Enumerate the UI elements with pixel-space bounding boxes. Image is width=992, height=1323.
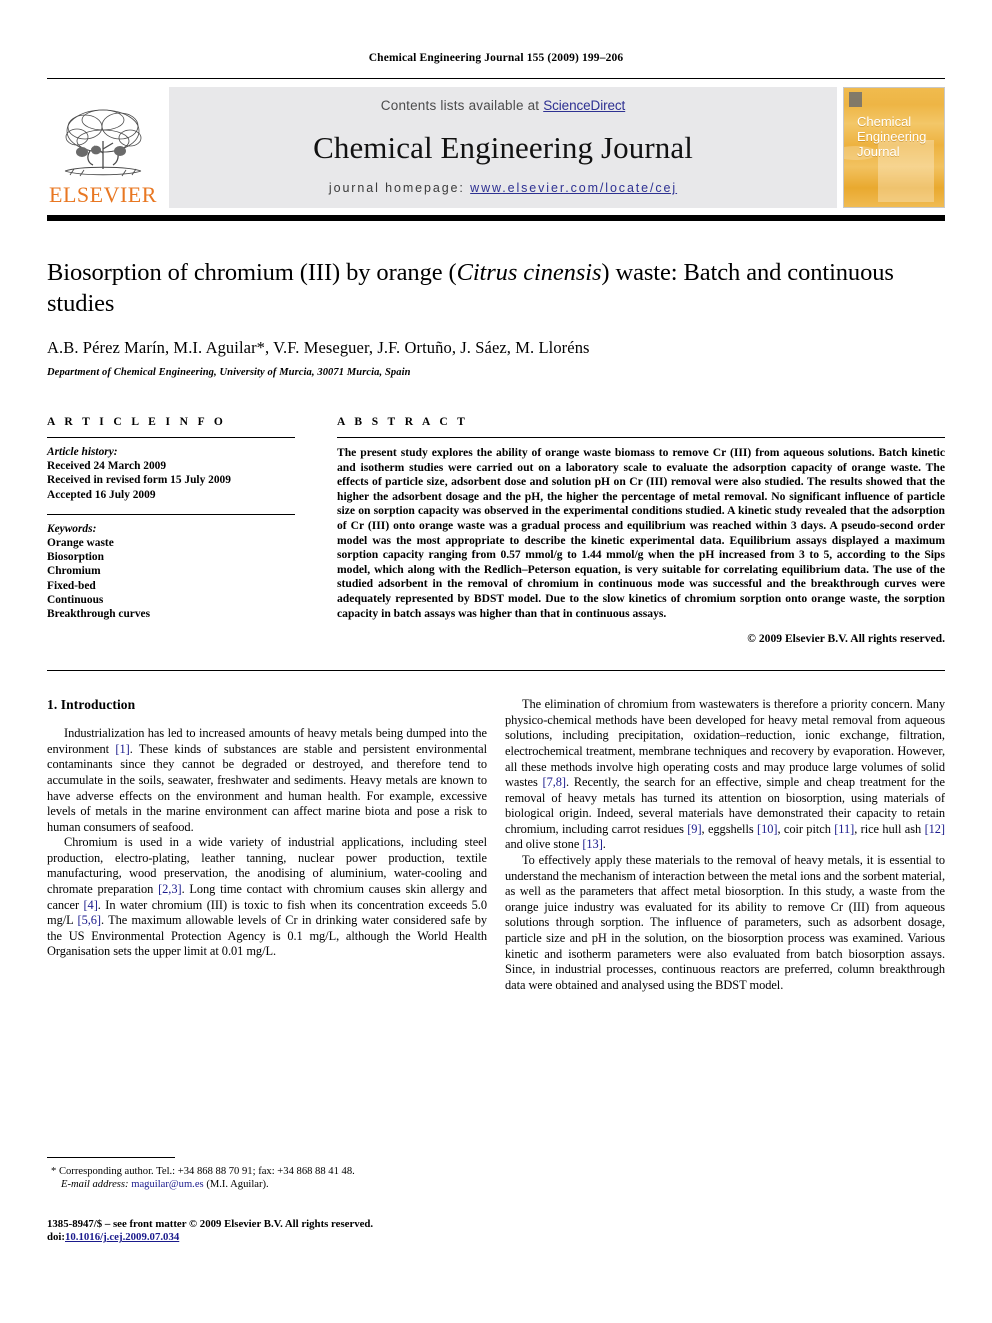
elsevier-logo: ELSEVIER: [47, 87, 159, 208]
citation-ref[interactable]: [5,6]: [78, 913, 102, 927]
history-item: Accepted 16 July 2009: [47, 488, 156, 501]
article-info-block: A R T I C L E I N F O Article history: R…: [47, 416, 295, 645]
article-history: Article history: Received 24 March 2009 …: [47, 445, 295, 502]
contents-lists-line: Contents lists available at ScienceDirec…: [380, 98, 626, 113]
doi-link[interactable]: 10.1016/j.cej.2009.07.034: [65, 1231, 179, 1243]
paragraph: Industrialization has led to increased a…: [47, 726, 488, 834]
abstract-heading: A B S T R A C T: [337, 416, 469, 428]
citation-ref[interactable]: [10]: [757, 822, 778, 836]
email-owner: (M.I. Aguilar).: [206, 1179, 269, 1191]
body-columns: 1. Introduction Industrialization has le…: [47, 697, 945, 993]
citation-ref[interactable]: [11]: [834, 822, 854, 836]
journal-masthead: ELSEVIER Contents lists available at Sci…: [47, 87, 945, 208]
homepage-label: journal homepage:: [328, 181, 471, 195]
email-link[interactable]: maguilar@um.es: [131, 1179, 203, 1190]
citation-ref[interactable]: [1]: [115, 742, 129, 756]
body-column-gap: [487, 697, 505, 993]
article-page: Chemical Engineering Journal 155 (2009) …: [0, 0, 992, 1323]
issn-line: 1385-8947/$ – see front matter © 2009 El…: [47, 1217, 374, 1230]
info-abstract-row: A R T I C L E I N F O Article history: R…: [47, 416, 945, 645]
elsevier-wordmark: ELSEVIER: [49, 182, 157, 207]
divider-top: [47, 78, 945, 79]
keyword-item: Breakthrough curves: [47, 608, 151, 621]
abstract-text: The present study explores the ability o…: [337, 446, 945, 620]
divider-body: [47, 670, 945, 672]
keyword-item: Fixed-bed: [47, 579, 96, 592]
title-species: Citrus cinensis: [456, 259, 602, 286]
cover-publisher-icon: [849, 92, 862, 107]
divider-thick: [47, 215, 945, 221]
page-title: Biosorption of chromium (III) by orange …: [47, 257, 945, 319]
keyword-item: Orange waste: [47, 537, 114, 550]
journal-homepage-link[interactable]: www.elsevier.com/locate/cej: [470, 181, 677, 195]
history-item: Received 24 March 2009: [47, 460, 167, 473]
abstract-copyright: © 2009 Elsevier B.V. All rights reserved…: [747, 632, 945, 646]
journal-cover-thumbnail: Chemical Engineering Journal: [843, 87, 945, 208]
keywords-rule: [47, 513, 295, 515]
history-item: Received in revised form 15 July 2009: [47, 474, 231, 487]
keyword-item: Biosorption: [47, 551, 104, 564]
citation-ref[interactable]: [12]: [925, 822, 946, 836]
keyword-item: Continuous: [47, 593, 104, 606]
article-info-rule: [47, 437, 295, 438]
body-column-left: 1. Introduction Industrialization has le…: [47, 697, 487, 993]
journal-homepage-line: journal homepage: www.elsevier.com/locat…: [329, 181, 677, 195]
citation-ref[interactable]: [2,3]: [158, 882, 182, 896]
contents-lists-prefix: Contents lists available at: [380, 98, 544, 113]
sciencedirect-banner: Contents lists available at ScienceDirec…: [169, 87, 837, 208]
email-label: E-mail address:: [61, 1179, 129, 1191]
article-history-label: Article history:: [47, 446, 118, 458]
citation-ref[interactable]: [4]: [83, 898, 97, 912]
author-list: A.B. Pérez Marín, M.I. Aguilar*, V.F. Me…: [47, 338, 590, 357]
paragraph: The elimination of chromium from wastewa…: [505, 697, 946, 852]
keywords-label: Keywords:: [47, 522, 97, 535]
abstract-rule: [337, 437, 945, 438]
keyword-item: Chromium: [47, 565, 101, 578]
elsevier-tree-icon: [60, 105, 146, 183]
affiliation: Department of Chemical Engineering, Univ…: [47, 367, 411, 378]
abstract-block: A B S T R A C T The present study explor…: [337, 416, 945, 645]
section-heading-introduction: 1. Introduction: [47, 697, 136, 713]
body-column-right: The elimination of chromium from wastewa…: [505, 697, 945, 993]
running-head: Chemical Engineering Journal 155 (2009) …: [368, 52, 624, 64]
paragraph: Chromium is used in a wide variety of in…: [47, 835, 487, 959]
cover-title: Chemical Engineering Journal: [857, 114, 927, 159]
corresponding-author-text: * Corresponding author. Tel.: +34 868 88…: [51, 1166, 355, 1177]
doi-label: doi:: [47, 1231, 65, 1244]
title-part-1: Biosorption of chromium (III) by orange …: [47, 259, 457, 286]
column-gap: [295, 416, 337, 645]
citation-ref[interactable]: [7,8]: [543, 775, 567, 789]
article-info-heading: A R T I C L E I N F O: [47, 416, 227, 428]
journal-title: Chemical Engineering Journal: [313, 130, 693, 165]
corresponding-author-note: * Corresponding author. Tel.: +34 868 88…: [47, 1165, 487, 1192]
imprint-block: 1385-8947/$ – see front matter © 2009 El…: [47, 1218, 487, 1245]
footnote-block: * Corresponding author. Tel.: +34 868 88…: [47, 1157, 487, 1245]
sciencedirect-link[interactable]: ScienceDirect: [543, 98, 625, 113]
citation-ref[interactable]: [13]: [582, 837, 603, 851]
keywords-block: Keywords: Orange waste Biosorption Chrom…: [47, 522, 295, 621]
citation-ref[interactable]: [9]: [687, 822, 701, 836]
paragraph: To effectively apply these materials to …: [505, 853, 945, 992]
footnote-rule: [47, 1157, 175, 1158]
